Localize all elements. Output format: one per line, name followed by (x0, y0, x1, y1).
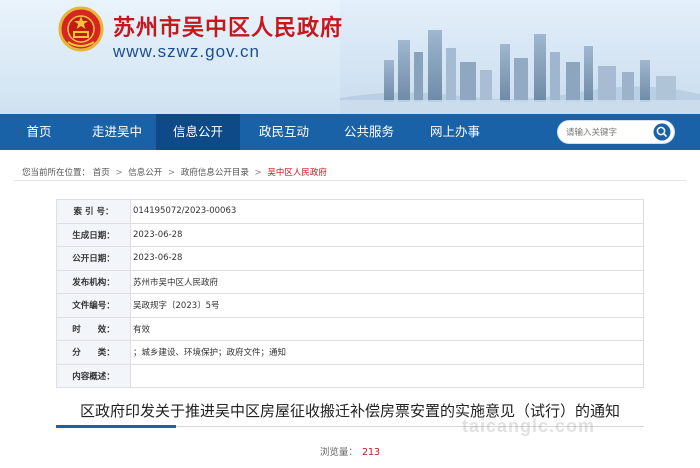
table-row: 发布机构： 苏州市吴中区人民政府 (56, 269, 644, 294)
meta-value: 2023-06-28 (130, 222, 644, 247)
table-row: 索 引 号： 014195072/2023-00063 (56, 199, 644, 224)
nav-item-home[interactable]: 首页 (10, 114, 68, 150)
site-title: 苏州市吴中区人民政府 (113, 16, 344, 41)
watermark: taicanglc.com (462, 416, 596, 436)
table-row: 时 效： 有效 (56, 316, 644, 341)
table-row: 内容概述： (56, 363, 644, 388)
view-count: 浏览量： 213 (0, 444, 700, 458)
breadcrumb-link-home[interactable]: 首页 (93, 168, 110, 178)
meta-value: 苏州市吴中区人民政府 (130, 269, 644, 294)
breadcrumb-separator: > (167, 168, 176, 178)
meta-value: 吴政规字〔2023〕5号 (130, 293, 644, 318)
meta-key: 内容概述： (56, 363, 131, 388)
meta-key: 索 引 号： (56, 199, 131, 224)
meta-key: 分 类： (56, 340, 131, 365)
meta-key: 公开日期： (56, 246, 131, 271)
breadcrumb-current[interactable]: 吴中区人民政府 (267, 168, 327, 178)
breadcrumb-separator: > (254, 168, 262, 178)
nav-item-interaction[interactable]: 政民互动 (245, 114, 323, 150)
meta-value (130, 363, 644, 388)
meta-value: 2023-06-28 (130, 246, 644, 271)
nav-item-about[interactable]: 走进吴中 (78, 114, 156, 150)
meta-key: 时 效： (56, 316, 131, 341)
meta-key: 生成日期： (56, 222, 131, 247)
document-meta-table: 索 引 号： 014195072/2023-00063 生成日期： 2023-0… (56, 199, 644, 388)
national-emblem-icon (58, 6, 104, 52)
site-url: www.szwz.gov.cn (113, 42, 260, 61)
nav-item-online-service[interactable]: 网上办事 (416, 114, 494, 150)
table-row: 公开日期： 2023-06-28 (56, 246, 644, 271)
view-count-label: 浏览量： (319, 447, 358, 458)
meta-value: ；城乡建设、环境保护；政府文件；通知 (130, 340, 644, 365)
nav-item-info-disclosure[interactable]: 信息公开 (156, 114, 240, 150)
breadcrumb-separator: > (115, 168, 123, 178)
meta-value: 014195072/2023-00063 (130, 199, 644, 224)
table-row: 分 类： ；城乡建设、环境保护；政府文件；通知 (56, 340, 644, 365)
search-icon[interactable] (653, 123, 671, 141)
breadcrumb-link-info[interactable]: 信息公开 (128, 168, 162, 178)
city-skyline-image (340, 0, 700, 114)
title-divider-accent (56, 425, 176, 428)
site-header: 苏州市吴中区人民政府 www.szwz.gov.cn (0, 0, 700, 114)
meta-value: 有效 (130, 316, 644, 341)
breadcrumb-link-catalog[interactable]: 政府信息公开目录 (181, 168, 249, 178)
table-row: 文件编号： 吴政规字〔2023〕5号 (56, 293, 644, 318)
meta-key: 发布机构： (56, 269, 131, 294)
nav-item-public-service[interactable]: 公共服务 (330, 114, 408, 150)
meta-key: 文件编号： (56, 293, 131, 318)
breadcrumb: 您当前所在位置： 首页 > 信息公开 > 政府信息公开目录 > 吴中区人民政府 (22, 166, 327, 178)
breadcrumb-prefix: 您当前所在位置： (22, 168, 91, 178)
view-count-number: 213 (361, 447, 381, 458)
search-input[interactable] (566, 124, 650, 141)
breadcrumb-divider (14, 180, 686, 181)
table-row: 生成日期： 2023-06-28 (56, 222, 644, 247)
